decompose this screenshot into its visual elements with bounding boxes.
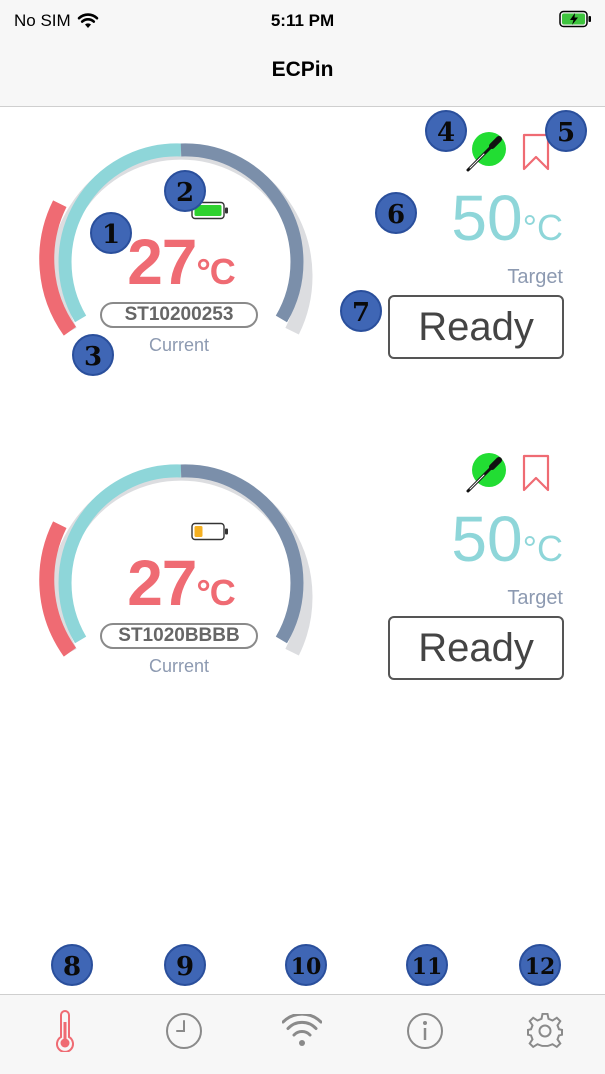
tab-temperature[interactable] xyxy=(35,1009,95,1053)
annotation-marker-9: 9 xyxy=(164,944,206,986)
status-bar: No SIM 5:11 PM xyxy=(0,0,605,40)
status-time: 5:11 PM xyxy=(270,11,335,30)
current-temp-value: 27 xyxy=(127,226,197,298)
target-temp-unit: °C xyxy=(522,528,563,569)
device-card-1[interactable]: 27°C ST10200253 Current 50°C Target Read… xyxy=(0,130,605,430)
tab-history[interactable] xyxy=(154,1009,214,1053)
current-temperature: 27°C xyxy=(106,551,256,615)
tab-settings[interactable] xyxy=(515,1009,575,1053)
probe-icon[interactable] xyxy=(464,451,508,495)
annotation-marker-3: 3 xyxy=(72,334,114,376)
target-temp-unit: °C xyxy=(522,207,563,248)
tab-info[interactable] xyxy=(395,1009,455,1053)
probe-icon[interactable] xyxy=(464,130,508,174)
wifi-icon xyxy=(282,1014,322,1046)
current-temp-unit: °C xyxy=(196,251,235,292)
current-label: Current xyxy=(148,335,210,355)
annotation-marker-7: 7 xyxy=(340,290,382,332)
probe-serial: ST1020BBBB xyxy=(100,623,258,649)
annotation-marker-2: 2 xyxy=(164,170,206,212)
annotation-marker-12: 12 xyxy=(519,944,561,986)
tab-bar xyxy=(0,994,605,1074)
charging-battery-icon xyxy=(559,10,591,28)
tab-connection[interactable] xyxy=(272,1009,332,1053)
thermometer-icon xyxy=(56,1010,74,1052)
probe-serial: ST10200253 xyxy=(100,302,258,328)
annotation-marker-5: 5 xyxy=(545,110,587,152)
annotation-marker-6: 6 xyxy=(375,192,417,234)
target-label: Target xyxy=(507,266,563,288)
annotation-marker-10: 10 xyxy=(285,944,327,986)
bookmark-icon[interactable] xyxy=(522,454,550,492)
device-card-2[interactable]: 27°C ST1020BBBB Current 50°C Target Read… xyxy=(0,451,605,751)
target-temp-value: 50 xyxy=(451,503,523,575)
battery-icon xyxy=(191,522,228,541)
target-label: Target xyxy=(507,587,563,609)
ready-button[interactable]: Ready xyxy=(388,295,564,359)
ready-button[interactable]: Ready xyxy=(388,616,564,680)
clock-icon xyxy=(166,1013,202,1049)
current-label: Current xyxy=(148,656,210,676)
annotation-marker-8: 8 xyxy=(51,944,93,986)
target-temperature[interactable]: 50°C xyxy=(451,186,563,250)
gear-icon xyxy=(527,1012,563,1049)
current-temp-unit: °C xyxy=(196,572,235,613)
annotation-marker-11: 11 xyxy=(406,944,448,986)
page-title: ECPin xyxy=(271,58,334,81)
annotation-marker-1: 1 xyxy=(90,212,132,254)
nav-bar: ECPin xyxy=(0,40,605,107)
target-temperature[interactable]: 50°C xyxy=(451,507,563,571)
info-icon xyxy=(407,1013,443,1049)
target-temp-value: 50 xyxy=(451,182,523,254)
current-temp-value: 27 xyxy=(127,547,197,619)
annotation-marker-4: 4 xyxy=(425,110,467,152)
